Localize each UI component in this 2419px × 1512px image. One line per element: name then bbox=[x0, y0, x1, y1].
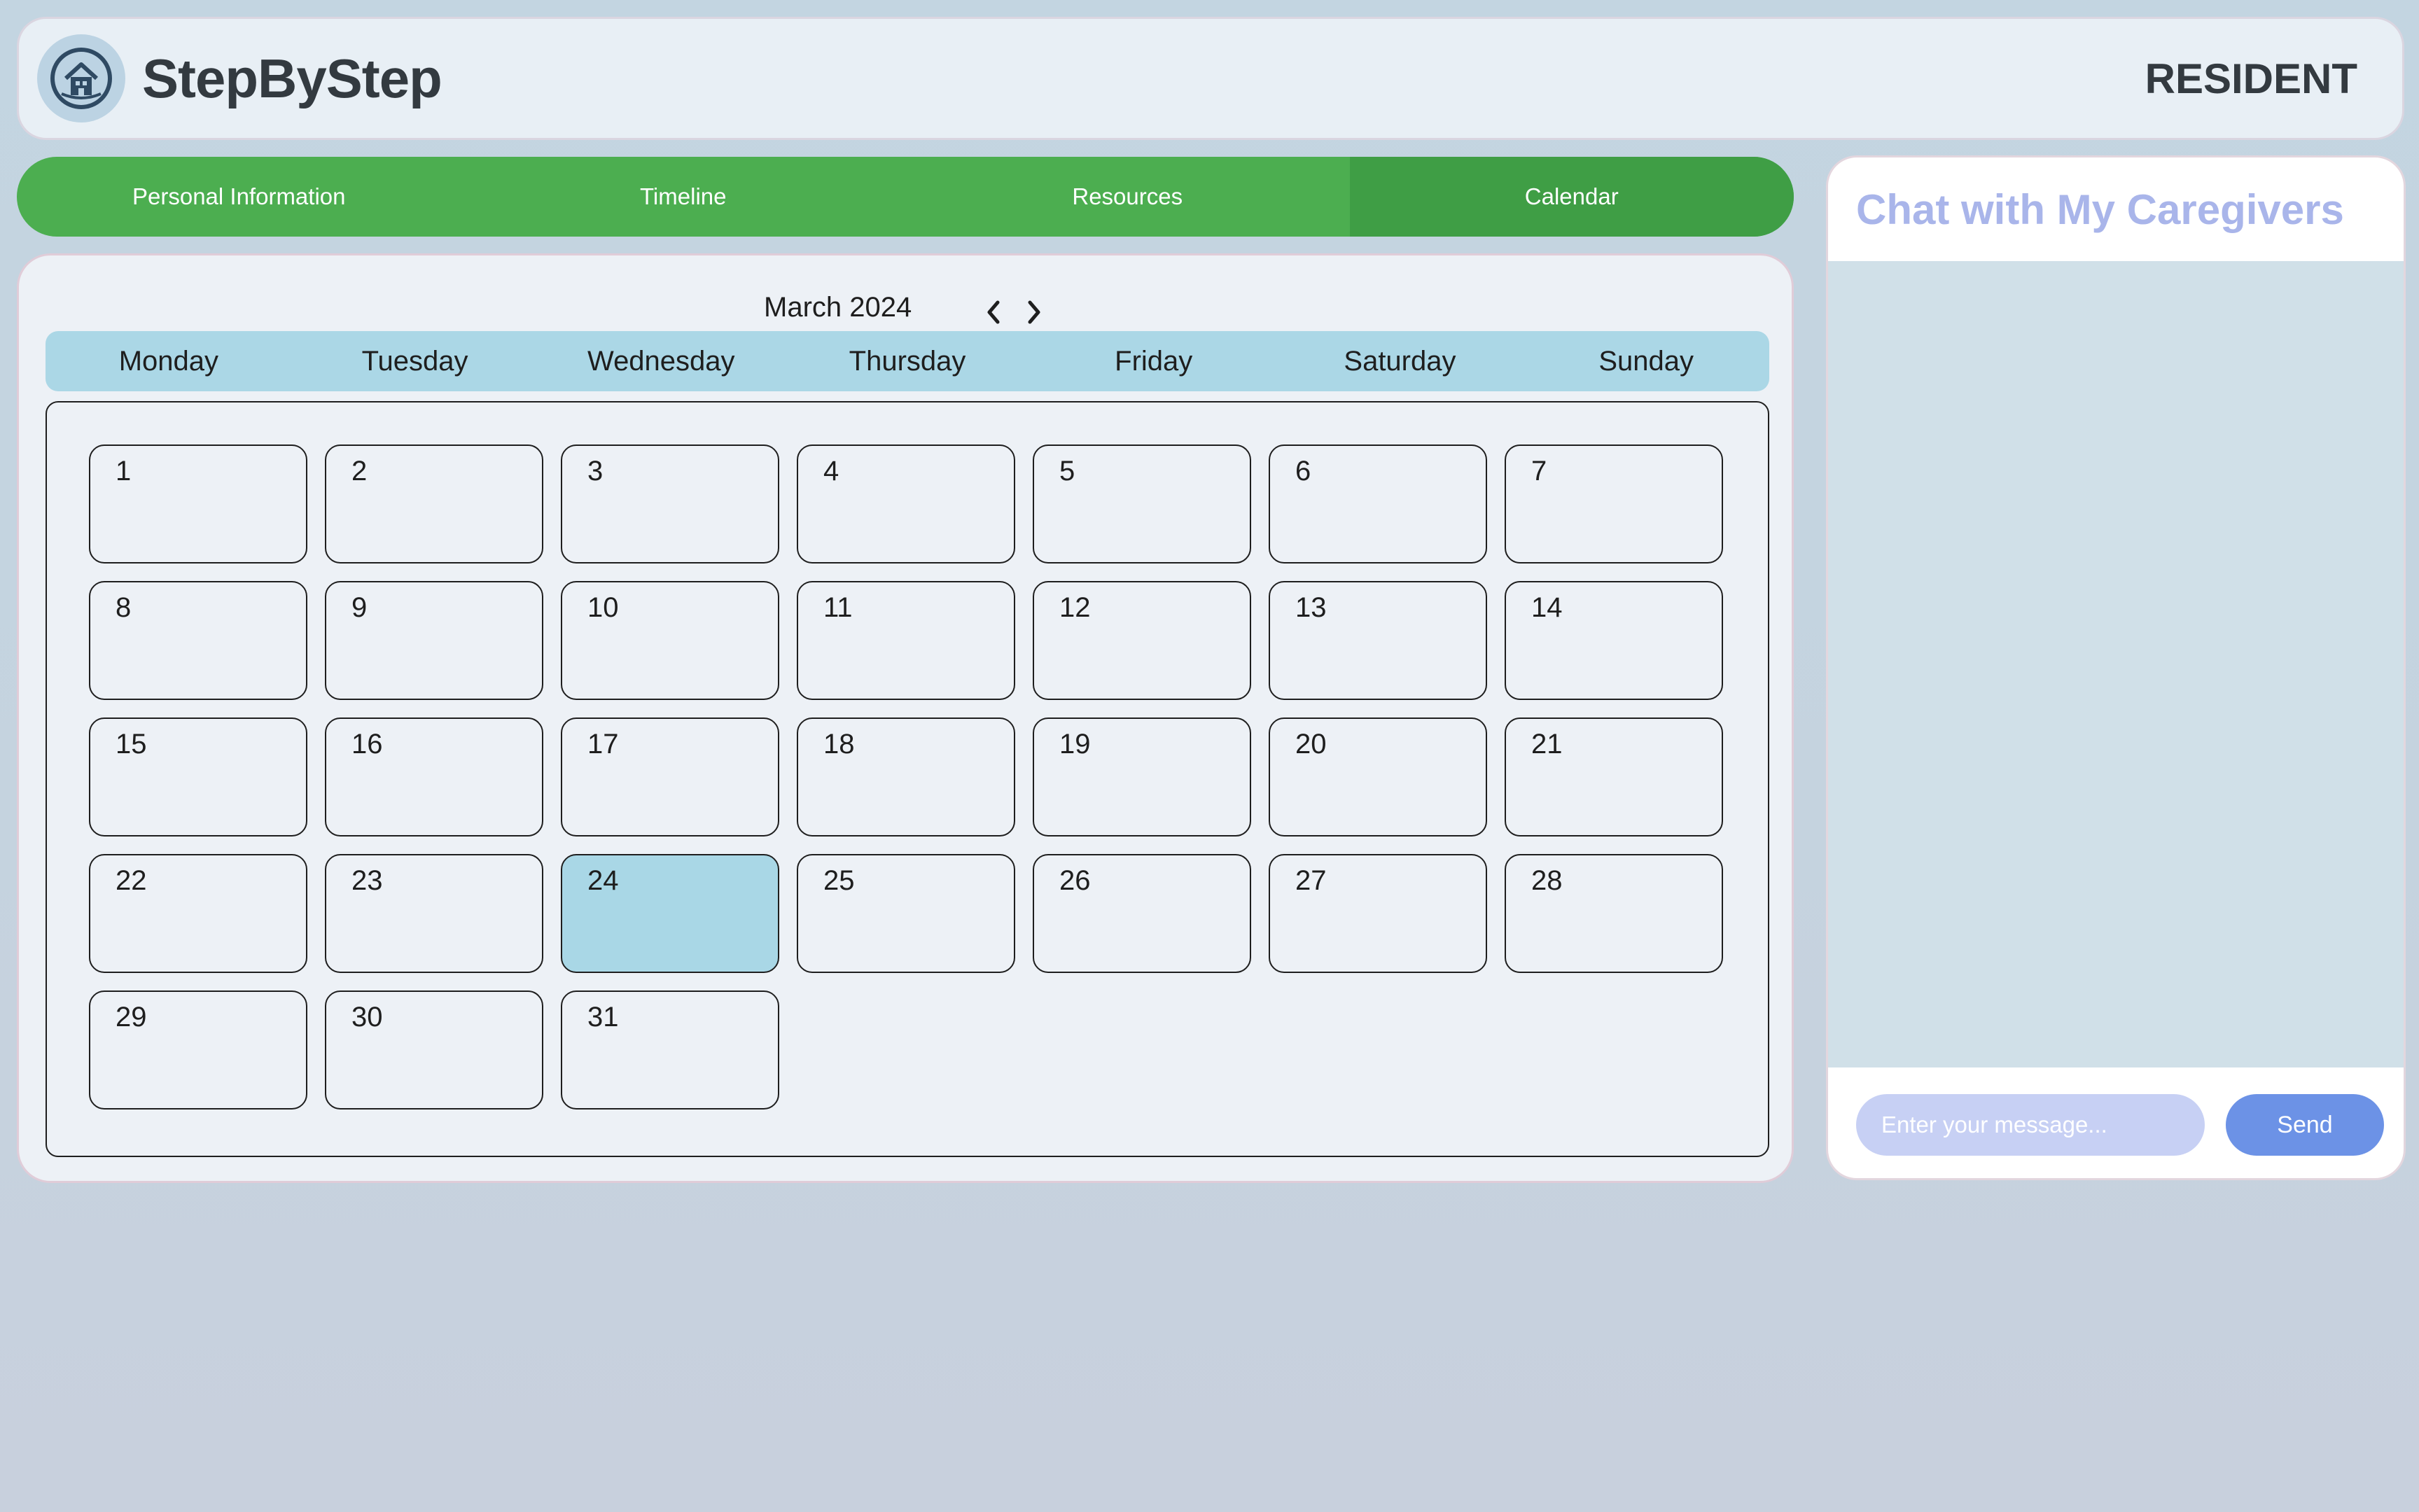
day-cell-today[interactable]: 24 bbox=[561, 854, 779, 973]
weekday-label: Wednesday bbox=[587, 345, 735, 377]
day-cell[interactable]: 16 bbox=[325, 718, 543, 836]
weekday-header: Monday Tuesday Wednesday Thursday Friday… bbox=[46, 331, 1769, 391]
app-name: StepByStep bbox=[142, 47, 442, 109]
day-cell[interactable]: 28 bbox=[1505, 854, 1723, 973]
day-cell[interactable]: 4 bbox=[797, 444, 1015, 564]
day-grid: 1 2 3 4 5 6 7 8 9 10 11 12 13 14 15 16 17 18 19 20 21 22 23 24 2… bbox=[89, 444, 1723, 1110]
day-cell[interactable]: 11 bbox=[797, 581, 1015, 700]
day-cell[interactable]: 6 bbox=[1269, 444, 1487, 564]
weekday-label: Sunday bbox=[1598, 345, 1694, 377]
tab-timeline[interactable]: Timeline bbox=[461, 157, 906, 237]
brand: StepByStep bbox=[37, 34, 442, 122]
next-month-button[interactable] bbox=[1019, 295, 1050, 330]
prev-month-button[interactable] bbox=[978, 295, 1009, 330]
month-label: March 2024 bbox=[764, 292, 912, 323]
chevron-left-icon bbox=[987, 300, 1000, 324]
chat-messages-area[interactable] bbox=[1828, 261, 2404, 1068]
message-input[interactable] bbox=[1856, 1094, 2205, 1156]
day-cell[interactable]: 17 bbox=[561, 718, 779, 836]
day-cell[interactable]: 9 bbox=[325, 581, 543, 700]
day-cell[interactable]: 26 bbox=[1033, 854, 1251, 973]
main-nav: Personal Information Timeline Resources … bbox=[17, 157, 1794, 237]
chevron-right-icon bbox=[1028, 300, 1040, 324]
user-role-label: RESIDENT bbox=[2145, 55, 2357, 102]
day-cell[interactable]: 25 bbox=[797, 854, 1015, 973]
day-cell[interactable]: 27 bbox=[1269, 854, 1487, 973]
app-header: StepByStep RESIDENT bbox=[17, 17, 2404, 140]
day-cell[interactable]: 18 bbox=[797, 718, 1015, 836]
day-cell[interactable]: 5 bbox=[1033, 444, 1251, 564]
day-cell[interactable]: 12 bbox=[1033, 581, 1251, 700]
calendar-grid: 1 2 3 4 5 6 7 8 9 10 11 12 13 14 15 16 17 18 19 20 21 22 23 24 2… bbox=[46, 401, 1769, 1157]
day-cell[interactable]: 22 bbox=[89, 854, 307, 973]
day-cell[interactable]: 13 bbox=[1269, 581, 1487, 700]
house-in-circle-icon bbox=[37, 34, 125, 122]
day-cell[interactable]: 14 bbox=[1505, 581, 1723, 700]
day-cell[interactable]: 2 bbox=[325, 444, 543, 564]
calendar-panel: March 2024 Monday Tuesday Wednesday Thur… bbox=[17, 253, 1794, 1183]
tab-resources[interactable]: Resources bbox=[905, 157, 1350, 237]
tab-calendar[interactable]: Calendar bbox=[1349, 157, 1794, 237]
day-cell[interactable]: 21 bbox=[1505, 718, 1723, 836]
day-cell[interactable]: 31 bbox=[561, 990, 779, 1110]
weekday-label: Tuesday bbox=[361, 345, 468, 377]
chat-panel: Chat with My Caregivers Send bbox=[1826, 155, 2406, 1180]
tab-personal-information[interactable]: Personal Information bbox=[17, 157, 461, 237]
day-cell[interactable]: 30 bbox=[325, 990, 543, 1110]
send-button[interactable]: Send bbox=[2226, 1094, 2384, 1156]
day-cell[interactable]: 10 bbox=[561, 581, 779, 700]
weekday-label: Saturday bbox=[1344, 345, 1456, 377]
day-cell[interactable]: 15 bbox=[89, 718, 307, 836]
day-cell[interactable]: 23 bbox=[325, 854, 543, 973]
day-cell[interactable]: 8 bbox=[89, 581, 307, 700]
day-cell[interactable]: 29 bbox=[89, 990, 307, 1110]
weekday-label: Thursday bbox=[849, 345, 966, 377]
day-cell[interactable]: 20 bbox=[1269, 718, 1487, 836]
chat-title: Chat with My Caregivers bbox=[1856, 186, 2344, 233]
weekday-label: Friday bbox=[1115, 345, 1193, 377]
day-cell[interactable]: 19 bbox=[1033, 718, 1251, 836]
weekday-label: Monday bbox=[118, 345, 219, 377]
day-cell[interactable]: 1 bbox=[89, 444, 307, 564]
day-cell[interactable]: 3 bbox=[561, 444, 779, 564]
day-cell[interactable]: 7 bbox=[1505, 444, 1723, 564]
